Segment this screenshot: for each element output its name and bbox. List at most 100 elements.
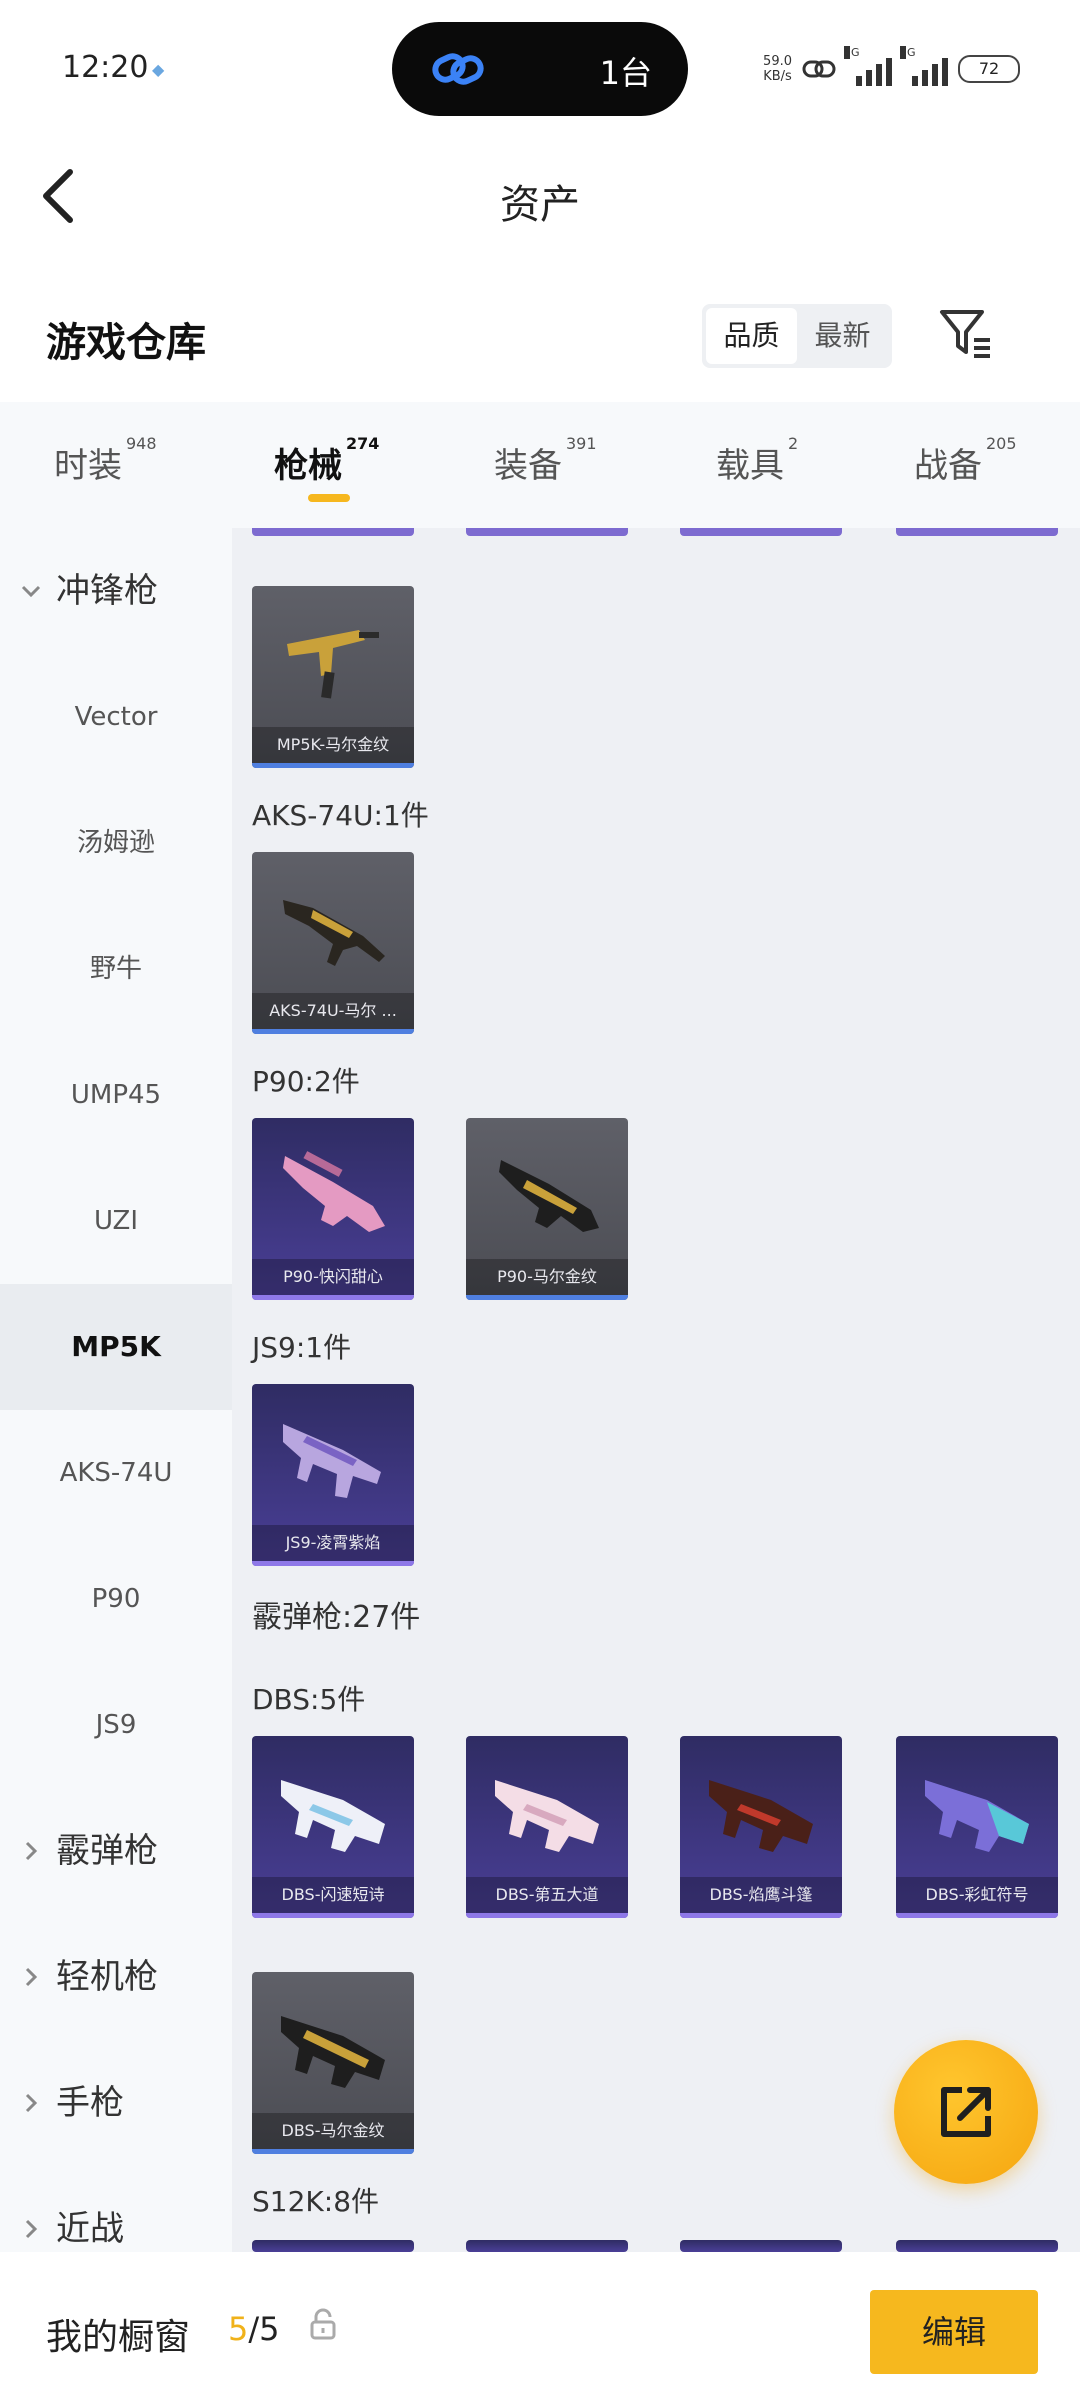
sort-option-quality[interactable]: 品质 [706,308,797,364]
chevron-right-icon [25,2093,38,2113]
tab-label: 时装 [54,446,122,486]
skin-card-caption: DBS-彩虹符号 [896,1877,1058,1913]
rarity-edge [252,763,414,768]
tab-count: 205 [986,434,1017,453]
showcase-count-current: 5 [228,2310,249,2348]
section-label-aks74u: AKS-74U:1件 [252,799,429,832]
section-label-js9: JS9:1件 [252,1331,352,1364]
sidebar-item-p90[interactable]: P90 [0,1536,232,1662]
share-external-icon [941,2087,991,2137]
tab-count: 2 [788,434,799,453]
filter-button[interactable] [938,306,994,362]
skin-card-partial[interactable] [252,2240,414,2252]
sidebar-group-shotgun[interactable]: 霰弹枪 [0,1788,232,1914]
rarity-edge [252,1561,414,1566]
dynamic-island[interactable]: 1台 [392,22,688,116]
sort-option-newest[interactable]: 最新 [797,308,888,364]
gun-image [281,1780,385,1852]
skin-card-js9-violet[interactable]: JS9-凌霄紫焰 [252,1384,414,1566]
sidebar-group-pistol[interactable]: 手枪 [0,2040,232,2166]
skin-card-dbs-rainbow[interactable]: DBS-彩虹符号 [896,1736,1058,1918]
link-chain-icon [432,53,484,85]
tab-label: 装备 [494,446,562,486]
skin-card-mp5k-gold[interactable]: MP5K-马尔金纹 [252,586,414,768]
skin-card-caption: JS9-凌霄紫焰 [252,1525,414,1561]
sidebar-item-label: 手枪 [56,2083,124,2123]
tab-costume[interactable]: 时装948 [54,434,157,487]
rarity-edge [680,1913,842,1918]
rarity-edge [466,1295,628,1300]
showcase-count: 5/5 [228,2310,280,2348]
sidebar-group-melee[interactable]: 近战 [0,2166,232,2252]
skin-card-dbs-fifth-avenue[interactable]: DBS-第五大道 [466,1736,628,1918]
sidebar-item-uzi[interactable]: UZI [0,1158,232,1284]
rarity-edge [466,1913,628,1918]
gun-image [281,2016,385,2088]
skin-card-caption: DBS-马尔金纹 [252,2113,414,2149]
share-button[interactable] [894,2040,1038,2184]
gun-image [499,1160,599,1232]
sidebar-item-ump45[interactable]: UMP45 [0,1032,232,1158]
status-indicators: 59.0 KB/s 5G 5G 72 [763,44,1020,94]
filter-icon [940,310,990,358]
section-label-s12k: S12K:8件 [252,2185,380,2218]
card-edge-partial [252,528,414,536]
gun-image [283,900,385,966]
skin-card-caption: P90-快闪甜心 [252,1259,414,1295]
skin-card-dbs-flame-hawk[interactable]: DBS-焰鹰斗篷 [680,1736,842,1918]
weapon-type-sidebar: 冲锋枪 Vector 汤姆逊 野牛 UMP45 UZI MP5K AKS-74U… [0,528,232,2252]
card-edge-partial [680,528,842,536]
page-title: 资产 [500,182,580,228]
rarity-edge [252,2149,414,2154]
signal-label: 5G [844,46,860,59]
sidebar-item-vector[interactable]: Vector [0,654,232,780]
tab-firearms[interactable]: 枪械274 [274,434,379,487]
skin-card-partial[interactable] [466,2240,628,2252]
tab-supplies[interactable]: 战备205 [914,434,1017,487]
sidebar-item-mp5k[interactable]: MP5K [0,1284,232,1410]
tab-vehicles[interactable]: 载具2 [716,434,798,487]
net-speed-value: 59.0 [763,54,792,69]
sidebar-item-bizon[interactable]: 野牛 [0,906,232,1032]
island-text: 1台 [599,54,652,92]
section-label-p90: P90:2件 [252,1065,360,1098]
sidebar-group-smg[interactable]: 冲锋枪 [0,528,232,654]
tab-equipment[interactable]: 装备391 [494,434,597,487]
skin-card-caption: MP5K-马尔金纹 [252,727,414,763]
skin-card-dbs-gold[interactable]: DBS-马尔金纹 [252,1972,414,2154]
skin-card-aks74u-gold[interactable]: AKS-74U-马尔 ... [252,852,414,1034]
rarity-edge [252,1295,414,1300]
skin-card-caption: AKS-74U-马尔 ... [252,993,414,1029]
sidebar-item-thompson[interactable]: 汤姆逊 [0,780,232,906]
battery-indicator: 72 [958,55,1020,83]
rarity-edge [252,1913,414,1918]
warehouse-title: 游戏仓库 [46,320,206,366]
rarity-edge [252,1029,414,1034]
sidebar-group-lmg[interactable]: 轻机枪 [0,1914,232,2040]
sort-toggle[interactable]: 品质 最新 [702,304,892,368]
skin-card-p90-sweetheart[interactable]: P90-快闪甜心 [252,1118,414,1300]
gun-image [283,1424,381,1498]
skin-card-dbs-poem[interactable]: DBS-闪速短诗 [252,1736,414,1918]
card-edge-partial [466,528,628,536]
skin-card-caption: P90-马尔金纹 [466,1259,628,1295]
chevron-right-icon [25,2219,38,2239]
tab-label: 战备 [914,446,982,486]
rarity-edge [896,1913,1058,1918]
net-speed-unit: KB/s [763,69,792,84]
skin-card-caption: DBS-第五大道 [466,1877,628,1913]
notification-dot-icon: ◆ [152,60,165,79]
skin-card-p90-gold[interactable]: P90-马尔金纹 [466,1118,628,1300]
signal-label-2: 5G [900,46,916,59]
skin-card-partial[interactable] [896,2240,1058,2252]
section-label-shotgun: 霰弹枪:27件 [252,1600,421,1635]
section-label-dbs: DBS:5件 [252,1683,366,1716]
edit-button[interactable]: 编辑 [870,2290,1038,2374]
status-bar: 12:20 ◆ 1台 59.0 KB/s 5G 5G 72 [0,0,1080,140]
gun-image [287,630,379,699]
sidebar-item-aks74u[interactable]: AKS-74U [0,1410,232,1536]
sidebar-item-js9[interactable]: JS9 [0,1662,232,1788]
gun-image [925,1780,1029,1852]
sidebar-item-label: 近战 [56,2209,124,2249]
skin-card-partial[interactable] [680,2240,842,2252]
